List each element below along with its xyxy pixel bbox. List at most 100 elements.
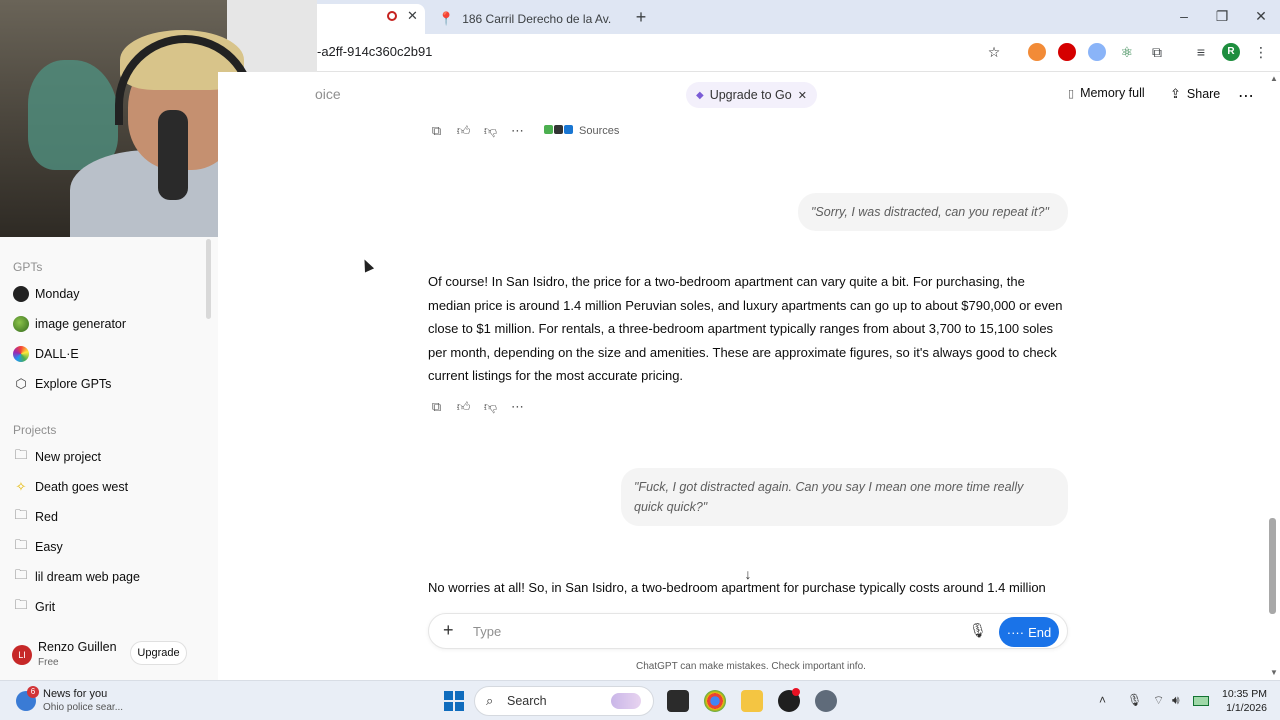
chat-main: oice ◆ Upgrade to Go ✕ ▯ Memory full ⇪ S… xyxy=(218,72,1280,680)
clock-date: 1/1/2026 xyxy=(1226,702,1267,714)
sidebar-item-red[interactable]: 🗀 Red xyxy=(13,504,205,530)
settings-gear-icon[interactable] xyxy=(815,690,837,712)
sidebar-item-dalle[interactable]: DALL·E xyxy=(13,341,205,367)
profile-avatar[interactable]: R xyxy=(1222,43,1240,61)
sidebar-item-image-generator[interactable]: image generator xyxy=(13,311,205,337)
add-attachment-icon[interactable]: + xyxy=(443,620,454,641)
file-explorer-icon[interactable] xyxy=(741,690,763,712)
user-plan: Free xyxy=(38,657,59,668)
news-title[interactable]: News for you xyxy=(43,688,107,700)
extension-red-icon[interactable] xyxy=(1058,43,1076,61)
recording-icon xyxy=(387,11,397,21)
user-account-row[interactable]: LI Renzo Guillen Free Upgrade xyxy=(0,637,218,671)
sidebar: GPTs Monday image generator DALL·E ⬡ Exp… xyxy=(0,237,218,680)
sources-button[interactable]: Sources xyxy=(544,124,619,137)
copy-icon[interactable]: ⧉ xyxy=(428,398,445,415)
sidebar-item-monday[interactable]: Monday xyxy=(13,281,205,307)
thumbs-up-icon[interactable]: 👍︎ xyxy=(455,398,472,415)
avatar: LI xyxy=(12,645,32,665)
sidebar-item-explore-gpts[interactable]: ⬡ Explore GPTs xyxy=(13,371,205,397)
sidebar-item-label: Red xyxy=(35,510,58,524)
folder-plus-icon: 🗀 xyxy=(14,447,28,462)
memory-icon: ▯ xyxy=(1068,87,1075,100)
url-text[interactable]: -a2ff-914c360c2b91 xyxy=(317,44,432,59)
browser-menu-icon[interactable]: ⋮ xyxy=(1252,43,1270,61)
user-message: "Sorry, I was distracted, can you repeat… xyxy=(798,193,1068,231)
microphone-icon[interactable]: 🎙︎ xyxy=(969,622,987,639)
message-actions: ⧉ 👍︎ 👎︎ ⋯ xyxy=(428,398,526,415)
tab-active[interactable]: ✕ xyxy=(317,4,425,34)
bookmark-star-icon[interactable]: ☆ xyxy=(985,43,1003,61)
share-button[interactable]: ⇪ Share xyxy=(1170,86,1220,102)
assistant-message: Of course! In San Isidro, the price for … xyxy=(428,274,1063,383)
recording-badge xyxy=(792,688,800,696)
extension-blue-icon[interactable] xyxy=(1088,43,1106,61)
extensions-puzzle-icon[interactable]: ⧉ xyxy=(1148,43,1166,61)
upgrade-to-go-button[interactable]: ◆ Upgrade to Go ✕ xyxy=(686,82,817,108)
thumbs-up-icon[interactable]: 👍︎ xyxy=(455,122,472,139)
search-highlight-icon xyxy=(611,693,641,709)
tab-maps[interactable]: 📍 186 Carril Derecho de la Av. La xyxy=(432,4,632,34)
dalle-icon xyxy=(13,346,29,362)
chat-scrollbar[interactable] xyxy=(1269,518,1276,614)
end-voice-button[interactable]: ···· End xyxy=(999,617,1059,647)
memory-full-indicator[interactable]: ▯ Memory full xyxy=(1068,86,1145,100)
sidebar-item-easy[interactable]: 🗀 Easy xyxy=(13,534,205,560)
scroll-up-arrow-icon[interactable]: ▲ xyxy=(1270,74,1278,83)
more-icon[interactable]: ⋯ xyxy=(509,122,526,139)
volume-icon[interactable]: 🔊︎ xyxy=(1172,693,1180,708)
system-clock[interactable]: 10:35 PM 1/1/2026 xyxy=(1222,687,1267,715)
webcam-microphone xyxy=(158,110,188,200)
thumbs-down-icon[interactable]: 👎︎ xyxy=(482,398,499,415)
windows-start-icon[interactable] xyxy=(444,691,464,711)
page-title[interactable]: oice xyxy=(315,86,341,102)
new-tab-icon[interactable]: + xyxy=(632,8,650,26)
window-close-icon[interactable]: ✕ xyxy=(1251,8,1271,25)
news-headline[interactable]: Ohio police sear... xyxy=(43,702,123,713)
sidebar-item-label: Explore GPTs xyxy=(35,377,112,391)
star-icon: ✧ xyxy=(15,479,27,494)
media-queue-icon[interactable]: ≡ xyxy=(1192,43,1210,61)
chevron-up-icon[interactable]: ˄ xyxy=(1099,693,1106,707)
more-icon[interactable]: ⋯ xyxy=(509,398,526,415)
copy-icon[interactable]: ⧉ xyxy=(428,122,445,139)
extension-react-icon[interactable]: ⚛ xyxy=(1118,43,1136,61)
restore-icon[interactable]: ❐ xyxy=(1212,8,1232,25)
sidebar-scrollbar[interactable] xyxy=(206,239,211,319)
upgrade-to-go-label: Upgrade to Go xyxy=(709,88,792,102)
message-actions: ⧉ 👍︎ 👎︎ ⋯ Sources xyxy=(428,122,620,139)
minimize-icon[interactable]: – xyxy=(1174,8,1194,24)
composer-input[interactable]: Type xyxy=(473,624,501,639)
sidebar-item-label: DALL·E xyxy=(35,347,79,361)
close-icon[interactable]: ✕ xyxy=(798,89,807,102)
share-icon: ⇪ xyxy=(1170,86,1181,101)
sidebar-item-death-goes-west[interactable]: ✧ Death goes west xyxy=(13,474,205,500)
taskbar-search[interactable]: ⌕ Search xyxy=(474,686,654,716)
taskbar: 6 News for you Ohio police sear... ⌕ Sea… xyxy=(0,680,1280,720)
more-options-icon[interactable]: ⋯ xyxy=(1238,86,1254,106)
folder-icon: 🗀 xyxy=(14,567,28,582)
user-name: Renzo Guillen xyxy=(38,640,117,654)
close-tab-icon[interactable]: ✕ xyxy=(407,8,418,24)
gpts-heading: GPTs xyxy=(13,260,43,274)
sidebar-item-new-project[interactable]: 🗀 New project xyxy=(13,444,205,470)
sidebar-item-label: New project xyxy=(35,450,101,464)
sidebar-item-lil-dream-web-page[interactable]: 🗀 lil dream web page xyxy=(13,564,205,590)
disclaimer: ChatGPT can make mistakes. Check importa… xyxy=(636,661,866,672)
extension-orange-icon[interactable] xyxy=(1028,43,1046,61)
task-view-icon[interactable] xyxy=(667,690,689,712)
monday-icon xyxy=(13,286,29,302)
battery-icon[interactable] xyxy=(1193,696,1209,706)
wifi-icon[interactable]: ⌔ xyxy=(1153,693,1164,708)
scroll-down-arrow-icon[interactable]: ▼ xyxy=(1270,668,1278,677)
composer: + Type 🎙︎ ···· End xyxy=(428,613,1068,649)
upgrade-button[interactable]: Upgrade xyxy=(130,641,187,665)
taskbar-search-label: Search xyxy=(507,694,547,708)
thumbs-down-icon[interactable]: 👎︎ xyxy=(482,122,499,139)
chrome-icon[interactable] xyxy=(704,690,726,712)
assistant-message: No worries at all! So, in San Isidro, a … xyxy=(428,580,1046,595)
microphone-tray-icon[interactable]: 🎙︎ xyxy=(1127,693,1142,707)
sidebar-item-grit[interactable]: 🗀 Grit xyxy=(13,594,205,620)
news-badge: 6 xyxy=(27,686,39,698)
sidebar-item-label: Death goes west xyxy=(35,480,129,494)
